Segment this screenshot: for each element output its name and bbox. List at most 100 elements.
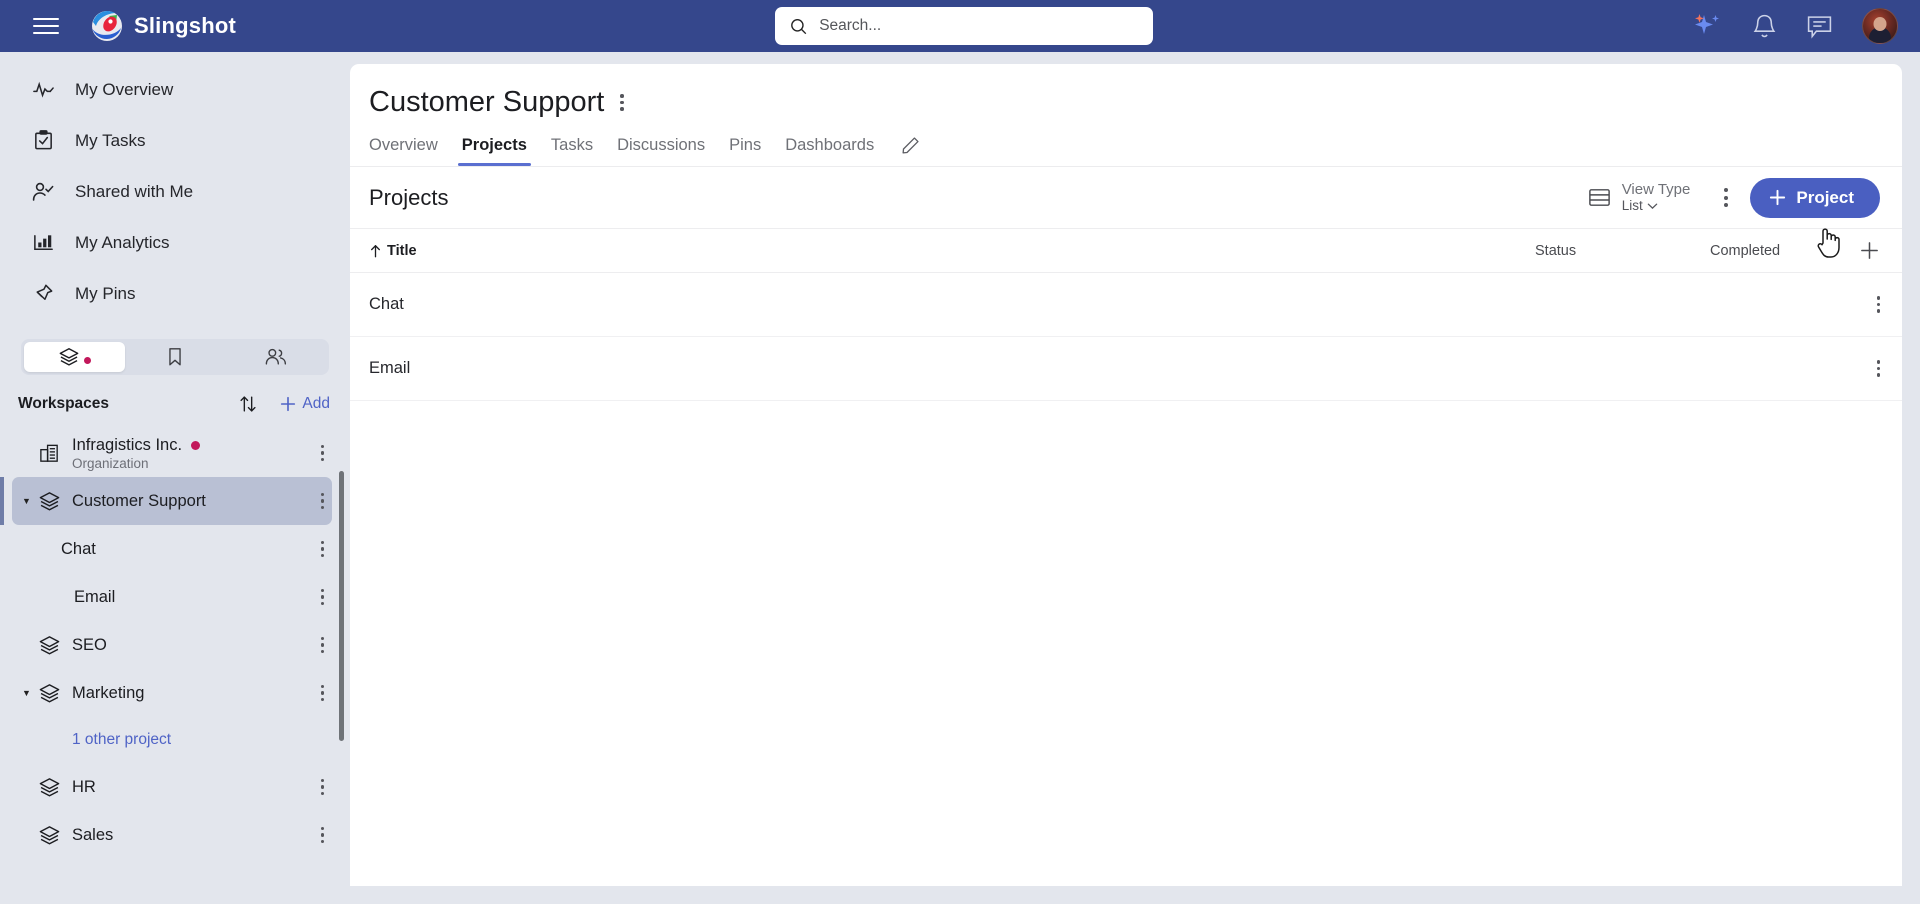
sidebar-item-my-overview[interactable]: My Overview — [0, 64, 350, 115]
tree-item-chat[interactable]: Chat — [12, 525, 332, 573]
pencil-edit-icon[interactable] — [900, 135, 921, 156]
search-input[interactable] — [819, 17, 1139, 35]
sidebar-nav-list: My Overview My Tasks Shared with Me My A… — [0, 52, 350, 319]
page-title: Customer Support — [369, 86, 605, 118]
workspaces-tree: Infragistics Inc. Organization ▼ Custome… — [0, 425, 350, 904]
add-workspace-button[interactable]: Add — [279, 395, 330, 413]
ai-sparkle-icon[interactable] — [1693, 13, 1723, 39]
main-content: Customer Support Overview Projects Tasks… — [350, 52, 1920, 904]
tree-item-kebab-menu-icon[interactable] — [320, 588, 324, 606]
sidebar-item-label: My Analytics — [75, 232, 170, 252]
add-workspace-label: Add — [302, 395, 330, 412]
workspaces-tab-badge — [83, 357, 91, 364]
tree-item-email[interactable]: Email — [12, 573, 332, 621]
tree-item-marketing[interactable]: ▼ Marketing — [12, 669, 332, 717]
search-bar[interactable] — [775, 7, 1153, 45]
sidebar-item-label: My Overview — [75, 79, 174, 99]
tree-item-kebab-menu-icon[interactable] — [320, 492, 324, 510]
other-projects-link[interactable]: 1 other project — [0, 717, 350, 763]
column-header-completed[interactable]: Completed — [1710, 243, 1840, 259]
arrow-up-icon — [370, 244, 381, 257]
tree-item-kebab-menu-icon[interactable] — [320, 826, 324, 844]
sort-arrows-icon[interactable] — [237, 393, 259, 415]
tab-overview[interactable]: Overview — [369, 136, 450, 166]
sidebar-item-my-pins[interactable]: My Pins — [0, 268, 350, 319]
brand-logo-link[interactable]: Slingshot — [91, 10, 236, 42]
tree-item-sales[interactable]: Sales — [12, 811, 332, 859]
hamburger-menu-icon[interactable] — [33, 18, 59, 34]
sidebar-item-label: My Tasks — [75, 130, 146, 150]
layers-icon — [36, 824, 62, 847]
panel-kebab-menu-icon[interactable] — [1724, 188, 1729, 207]
add-project-label: Project — [1796, 187, 1854, 207]
bookmarks-tab[interactable] — [125, 342, 226, 372]
table-row[interactable]: Email — [350, 337, 1902, 401]
tree-item-label: Infragistics Inc. — [72, 435, 183, 454]
add-project-button[interactable]: Project — [1750, 177, 1880, 218]
row-kebab-menu-icon[interactable] — [1876, 360, 1880, 377]
brand-name: Slingshot — [134, 13, 237, 38]
avatar[interactable] — [1862, 8, 1898, 44]
people-tab[interactable] — [225, 342, 326, 372]
tree-caret-expanded-icon[interactable]: ▼ — [22, 496, 35, 506]
page-title-row: Customer Support — [350, 86, 1902, 119]
workspaces-title: Workspaces — [18, 395, 110, 412]
sidebar: My Overview My Tasks Shared with Me My A… — [0, 52, 350, 904]
tab-tasks[interactable]: Tasks — [539, 136, 605, 166]
sidebar-item-shared-with-me[interactable]: Shared with Me — [0, 166, 350, 217]
slingshot-logo-icon — [92, 10, 122, 41]
tree-item-kebab-menu-icon[interactable] — [320, 684, 324, 702]
layers-icon — [36, 776, 62, 799]
chat-message-icon[interactable] — [1806, 14, 1833, 39]
tree-item-infragistics-inc[interactable]: Infragistics Inc. Organization — [12, 429, 332, 477]
tree-item-sublabel: Organization — [72, 455, 149, 471]
workspaces-tab[interactable] — [24, 342, 125, 372]
sidebar-item-my-tasks[interactable]: My Tasks — [0, 115, 350, 166]
tree-item-label: Chat — [61, 539, 96, 558]
add-column-button[interactable] — [1840, 240, 1880, 261]
view-type-selector[interactable]: View Type List — [1587, 181, 1691, 214]
tree-item-seo[interactable]: SEO — [12, 621, 332, 669]
clipboard-check-icon — [31, 129, 55, 153]
sidebar-item-label: My Pins — [75, 283, 136, 303]
bookmark-icon — [169, 348, 181, 366]
people-icon — [265, 348, 286, 365]
projects-panel: Projects View Type List Project Title St… — [350, 166, 1902, 886]
tree-item-customer-support[interactable]: ▼ Customer Support — [0, 477, 332, 525]
activity-pulse-icon — [31, 78, 55, 102]
page-header-card: Customer Support Overview Projects Tasks… — [350, 64, 1902, 166]
tab-dashboards[interactable]: Dashboards — [773, 136, 886, 166]
panel-toolbar: Projects View Type List Project — [350, 167, 1902, 229]
view-type-value: List — [1621, 198, 1643, 214]
sidebar-item-label: Shared with Me — [75, 181, 194, 201]
tree-item-hr[interactable]: HR — [12, 763, 332, 811]
sidebar-scrollbar[interactable] — [339, 471, 344, 741]
table-row[interactable]: Chat — [350, 273, 1902, 337]
tree-item-kebab-menu-icon[interactable] — [320, 636, 324, 654]
column-header-status[interactable]: Status — [1535, 243, 1710, 259]
column-header-title[interactable]: Title — [369, 243, 417, 259]
tab-projects[interactable]: Projects — [450, 136, 539, 166]
table-header-row: Title Status Completed — [350, 229, 1902, 273]
tree-item-kebab-menu-icon[interactable] — [320, 540, 324, 558]
pin-icon — [31, 282, 55, 306]
tree-item-label: SEO — [72, 635, 107, 654]
unread-dot — [191, 440, 201, 450]
row-title: Email — [369, 359, 411, 377]
bar-chart-icon — [31, 231, 55, 255]
tree-caret-expanded-icon[interactable]: ▼ — [22, 688, 35, 698]
row-kebab-menu-icon[interactable] — [1876, 296, 1880, 313]
tab-pins[interactable]: Pins — [717, 136, 773, 166]
notifications-bell-icon[interactable] — [1752, 13, 1777, 40]
page-kebab-menu-icon[interactable] — [620, 94, 624, 111]
tree-item-kebab-menu-icon[interactable] — [320, 444, 324, 462]
plus-icon — [1861, 242, 1878, 259]
view-type-label: View Type — [1621, 181, 1691, 199]
workspaces-header: Workspaces Add — [0, 383, 350, 425]
tree-item-label: Email — [74, 587, 116, 606]
column-header-label: Title — [387, 242, 417, 259]
tree-item-kebab-menu-icon[interactable] — [320, 778, 324, 796]
sidebar-item-my-analytics[interactable]: My Analytics — [0, 217, 350, 268]
panel-title: Projects — [369, 184, 449, 210]
tab-discussions[interactable]: Discussions — [605, 136, 717, 166]
